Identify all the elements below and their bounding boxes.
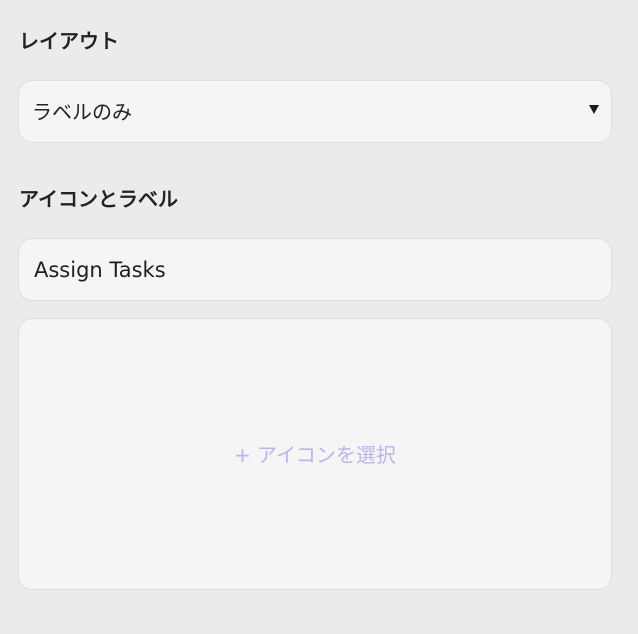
layout-section-label: レイアウト: [19, 29, 119, 53]
layout-select[interactable]: ラベルのみ: [18, 80, 612, 143]
select-icon-cta[interactable]: + アイコンを選択: [19, 443, 611, 467]
select-icon-text: アイコンを選択: [256, 443, 396, 467]
icon-picker[interactable]: + アイコンを選択: [18, 318, 612, 590]
label-text-input[interactable]: [34, 239, 594, 300]
triangle-down-icon: [589, 105, 599, 114]
icon-label-section-label: アイコンとラベル: [19, 187, 178, 211]
plus-icon: +: [234, 443, 251, 467]
layout-select-value: ラベルのみ: [32, 100, 132, 124]
settings-panel: レイアウト ラベルのみ アイコンとラベル +アイコンを選択: [0, 0, 638, 634]
label-field-container: [18, 238, 612, 301]
